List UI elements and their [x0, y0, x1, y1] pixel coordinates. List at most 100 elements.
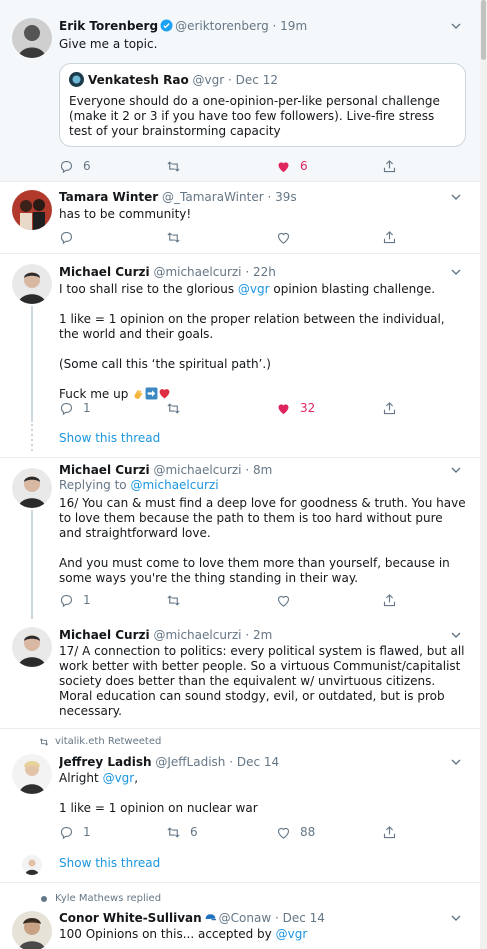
thread-dots [30, 424, 34, 454]
tweet-curzi-2m[interactable]: Michael Curzi @michaelcurzi · 2m 17/ A c… [0, 619, 480, 729]
mention-link[interactable]: @vgr [276, 927, 308, 941]
reply-button[interactable]: 1 [59, 399, 91, 417]
reply-context: Kyle Mathews replied [39, 893, 161, 904]
like-button[interactable]: 6 [276, 157, 308, 175]
tweet-curzi-8m[interactable]: Michael Curzi @michaelcurzi · 8m Replyin… [0, 458, 480, 619]
timestamp[interactable]: · 19m [273, 19, 308, 33]
show-thread-link[interactable]: Show this thread [59, 856, 160, 870]
mention-link[interactable]: @vgr [103, 771, 135, 785]
author-handle[interactable]: @_TamaraWinter [162, 190, 264, 204]
retweet-button[interactable] [166, 157, 181, 175]
retweet-count: 6 [190, 825, 198, 839]
chevron-down-icon[interactable] [450, 191, 462, 203]
tweet-conor[interactable]: Kyle Mathews replied Conor White-Sulliva… [0, 883, 480, 949]
share-icon [383, 230, 396, 243]
reply-icon [60, 231, 73, 244]
tweet-header: Michael Curzi @michaelcurzi · 2m [59, 626, 456, 644]
avatar[interactable] [12, 627, 52, 667]
author-name[interactable]: Jeffrey Ladish [59, 755, 152, 769]
retweet-button[interactable] [166, 591, 181, 609]
share-button[interactable] [382, 157, 397, 175]
chevron-down-icon[interactable] [450, 266, 462, 278]
retweet-icon [167, 826, 180, 838]
tweet-text: Give me a topic. [59, 37, 158, 51]
show-thread-row[interactable]: Show this thread [0, 422, 480, 458]
timestamp[interactable]: · 39s [267, 190, 296, 204]
author-name[interactable]: Michael Curzi [59, 463, 150, 477]
timestamp[interactable]: · Dec 14 [229, 755, 279, 769]
avatar[interactable] [12, 190, 52, 230]
timestamp[interactable]: · 22h [245, 265, 276, 279]
chevron-down-icon[interactable] [450, 756, 462, 768]
chevron-down-icon[interactable] [450, 912, 462, 924]
tweet-erik[interactable]: Erik Torenberg @eriktorenberg · 19m Give … [0, 0, 480, 182]
like-button[interactable]: 88 [276, 823, 315, 841]
share-button[interactable] [382, 399, 397, 417]
avatar[interactable] [12, 264, 52, 304]
show-thread-link[interactable]: Show this thread [59, 431, 160, 445]
tweet-actions: 6 6 [59, 157, 419, 175]
like-button[interactable]: 32 [276, 399, 315, 417]
thread-line [31, 510, 33, 619]
avatar[interactable] [12, 468, 52, 508]
show-thread-row[interactable]: Show this thread [0, 847, 480, 883]
replying-to-link[interactable]: @michaelcurzi [130, 478, 218, 492]
chevron-down-icon[interactable] [450, 629, 462, 641]
author-handle[interactable]: @michaelcurzi [153, 628, 241, 642]
author-handle[interactable]: @michaelcurzi [153, 265, 241, 279]
retweet-icon [39, 737, 49, 746]
like-button[interactable] [276, 228, 291, 246]
reply-icon [60, 160, 73, 173]
author-name[interactable]: Conor White-Sullivan [59, 911, 202, 925]
tweet-tamara[interactable]: Tamara Winter @_TamaraWinter · 39s has t… [0, 182, 480, 254]
tweet-jeffrey[interactable]: vitalik.eth Retweeted Jeffrey Ladish @Je… [0, 729, 480, 847]
author-handle[interactable]: @JeffLadish [155, 755, 225, 769]
author-name[interactable]: Michael Curzi [59, 628, 150, 642]
verified-badge-icon [160, 19, 173, 32]
quoted-tweet[interactable]: Venkatesh Rao @vgr · Dec 12 Everyone sho… [59, 63, 466, 147]
timeline: Erik Torenberg @eriktorenberg · 19m Give … [0, 0, 480, 949]
avatar[interactable] [12, 18, 52, 58]
heart-icon [277, 827, 290, 839]
timestamp[interactable]: · 2m [245, 628, 272, 642]
reply-button[interactable]: 1 [59, 591, 91, 609]
chevron-down-icon[interactable] [450, 20, 462, 32]
avatar[interactable] [12, 754, 52, 794]
tweet-header: Michael Curzi @michaelcurzi · 8m [59, 461, 456, 479]
retweet-button[interactable] [166, 228, 181, 246]
retweet-button[interactable] [166, 399, 181, 417]
share-button[interactable] [382, 591, 397, 609]
timestamp[interactable]: · Dec 14 [275, 911, 325, 925]
reply-button[interactable] [59, 228, 74, 246]
author-handle[interactable]: @michaelcurzi [153, 463, 241, 477]
author-handle[interactable]: @Conaw [219, 911, 272, 925]
timestamp[interactable]: · 8m [245, 463, 272, 477]
scrollbar-thumb[interactable] [481, 0, 486, 60]
author-handle[interactable]: @eriktorenberg [175, 19, 269, 33]
tweet-text: 17/ A connection to politics: every poli… [59, 644, 465, 718]
share-button[interactable] [382, 228, 397, 246]
share-button[interactable] [382, 823, 397, 841]
retweet-button[interactable]: 6 [166, 823, 198, 841]
reply-button[interactable]: 1 [59, 823, 91, 841]
avatar[interactable] [12, 911, 52, 949]
tweet-text: 100 Opinions on this... accepted by @vgr [59, 927, 308, 941]
retweet-icon [167, 231, 180, 243]
avatar [22, 855, 42, 875]
scrollbar[interactable] [480, 0, 487, 949]
reply-button[interactable]: 6 [59, 157, 91, 175]
mention-link[interactable]: @vgr [238, 282, 270, 296]
author-name[interactable]: Tamara Winter [59, 190, 158, 204]
retweet-context: vitalik.eth Retweeted [39, 736, 161, 747]
tweet-text: 16/ You can & must find a deep love for … [59, 496, 466, 585]
like-button[interactable] [276, 591, 291, 609]
quote-timestamp: · Dec 12 [228, 73, 278, 87]
tweet-curzi-22h[interactable]: Michael Curzi @michaelcurzi · 22h I too … [0, 254, 480, 422]
chevron-down-icon[interactable] [450, 464, 462, 476]
author-name[interactable]: Erik Torenberg [59, 19, 158, 33]
author-name[interactable]: Michael Curzi [59, 265, 150, 279]
heart-filled-icon [278, 161, 289, 172]
retweet-icon [167, 160, 180, 172]
reply-count: 1 [83, 593, 91, 607]
tweet-actions: 1 [59, 591, 419, 609]
